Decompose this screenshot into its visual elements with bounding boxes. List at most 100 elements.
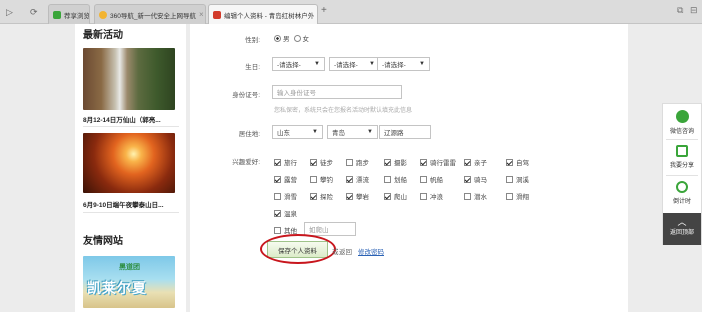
hobby-checkbox[interactable] — [506, 175, 513, 183]
activity-caption[interactable]: 6月9-10日端午夜攀泰山日... — [83, 199, 179, 209]
select-value: -请选择- — [334, 62, 358, 69]
hobby-checkbox[interactable] — [274, 226, 281, 234]
forward-icon[interactable]: ▷ — [6, 5, 13, 19]
city-select[interactable]: 青岛 ▼ — [327, 125, 378, 139]
hobby-item[interactable]: 攀钓 — [310, 174, 333, 184]
friend-banner-text: 凯莱尔夏 — [87, 280, 147, 296]
birthday-month-select[interactable]: -请选择- ▼ — [329, 57, 380, 71]
hobby-label: 跑步 — [356, 160, 369, 167]
share-button[interactable]: 我要分享 — [663, 145, 701, 169]
hobby-label: 探险 — [320, 194, 333, 201]
district-input[interactable]: 辽源路 — [379, 125, 431, 139]
hobby-item[interactable]: 潜水 — [464, 191, 487, 201]
hobby-checkbox[interactable] — [384, 192, 391, 200]
hobby-item[interactable]: 温泉 — [274, 208, 297, 218]
gender-female-radio[interactable] — [293, 34, 301, 42]
hobby-item[interactable]: 攀岩 — [346, 191, 369, 201]
arrow-up-icon: ︿ — [677, 217, 687, 227]
hobby-checkbox[interactable] — [274, 175, 281, 183]
hobby-item[interactable]: 亲子 — [464, 157, 487, 167]
wechat-consult-button[interactable]: 微信咨询 — [663, 110, 701, 135]
hobby-checkbox[interactable] — [506, 158, 513, 166]
or-text: 或 — [332, 249, 339, 256]
hobby-item[interactable]: 爬山 — [384, 191, 407, 201]
highlight-circle — [260, 234, 336, 264]
hobby-checkbox[interactable] — [346, 158, 353, 166]
hobby-other-input[interactable]: 如爬山 — [304, 222, 356, 236]
hobby-checkbox[interactable] — [464, 175, 471, 183]
hobby-checkbox[interactable] — [310, 158, 317, 166]
hobby-checkbox[interactable] — [464, 192, 471, 200]
new-tab-button[interactable]: + — [321, 5, 327, 16]
sidebar: 最新活动 8月12-14日万仙山（郭亮... 6月9-10日端午夜攀泰山日...… — [75, 24, 186, 312]
hobby-checkbox[interactable] — [420, 158, 427, 166]
birthday-year-select[interactable]: -请选择- ▼ — [272, 57, 325, 71]
close-tab-icon[interactable]: × — [199, 10, 204, 19]
hobby-checkbox[interactable] — [310, 192, 317, 200]
hobby-item[interactable]: 划船 — [384, 174, 407, 184]
hobby-item[interactable]: 漂流 — [346, 174, 369, 184]
back-to-top-button[interactable]: ︿ 返回顶部 — [663, 213, 701, 245]
chevron-down-icon: ▼ — [369, 61, 375, 67]
hobby-item[interactable]: 露营 — [274, 174, 297, 184]
countdown-button[interactable]: 倒计时 — [663, 181, 701, 205]
hobby-label: 自驾 — [516, 160, 529, 167]
birthday-day-select[interactable]: -请选择- ▼ — [377, 57, 430, 71]
hobby-checkbox[interactable] — [346, 175, 353, 183]
hobby-item[interactable]: 摄影 — [384, 157, 407, 167]
hobby-item[interactable]: 旅行 — [274, 157, 297, 167]
chevron-down-icon: ▼ — [312, 129, 318, 135]
hobby-label: 滑翔 — [516, 194, 529, 201]
hobby-item[interactable]: 帆船 — [420, 174, 443, 184]
hobby-item[interactable]: 滑翔 — [506, 191, 529, 201]
id-card-input[interactable]: 输入身份证号 — [272, 85, 402, 99]
hobby-checkbox[interactable] — [346, 192, 353, 200]
hobby-item[interactable]: 洞溪 — [506, 174, 529, 184]
hobby-checkbox[interactable] — [464, 158, 471, 166]
restore-window-icon[interactable]: ⧉ — [677, 5, 683, 16]
hobby-item[interactable]: 跑步 — [346, 157, 369, 167]
divider — [666, 175, 698, 176]
hobby-item[interactable]: 探险 — [310, 191, 333, 201]
hobby-checkbox[interactable] — [274, 209, 281, 217]
province-select[interactable]: 山东 ▼ — [272, 125, 323, 139]
hobby-label: 旅行 — [284, 160, 297, 167]
gender-label: 性别: — [245, 37, 260, 44]
hobby-label: 摄影 — [394, 160, 407, 167]
hobby-item[interactable]: 滑雪 — [274, 191, 297, 201]
activity-photo-sunrise[interactable] — [83, 133, 175, 193]
clock-icon — [676, 181, 688, 193]
refresh-icon[interactable]: ⟳ — [30, 5, 38, 19]
hobby-label: 帆船 — [430, 177, 443, 184]
hobby-checkbox[interactable] — [420, 192, 427, 200]
gender-option-female: 女 — [302, 36, 310, 43]
gender-option-male: 男 — [283, 36, 290, 43]
change-password-link[interactable]: 修改密码 — [358, 246, 384, 256]
gender-male-radio[interactable] — [274, 34, 281, 42]
hobby-checkbox[interactable] — [310, 175, 317, 183]
site-favicon-icon — [213, 10, 221, 19]
hobby-checkbox[interactable] — [274, 158, 281, 166]
hobby-checkbox[interactable] — [384, 158, 391, 166]
tab-360-navigation[interactable]: 360导航_新一代安全上网导航 × — [94, 4, 206, 24]
activity-caption[interactable]: 8月12-14日万仙山（郭亮... — [83, 114, 179, 124]
hobby-checkbox[interactable] — [420, 175, 427, 183]
hobby-item[interactable]: 自驾 — [506, 157, 529, 167]
hobby-checkbox[interactable] — [384, 175, 391, 183]
divider — [83, 212, 179, 213]
activity-photo-waterfall[interactable] — [83, 48, 175, 110]
tab-edit-profile[interactable]: 编辑个人资料 - 青岛红树林户外 × — [208, 4, 318, 24]
back-link[interactable]: 返回 — [339, 246, 352, 256]
hobby-item[interactable]: 冲浪 — [420, 191, 443, 201]
hobby-item[interactable]: 徒步 — [310, 157, 333, 167]
collapse-icon[interactable]: ⊟ — [690, 5, 698, 16]
hobby-label: 骑行雷雷 — [430, 160, 456, 167]
close-tab-icon[interactable]: × — [317, 10, 318, 19]
select-value: -请选择- — [277, 62, 301, 69]
hobby-checkbox[interactable] — [274, 192, 281, 200]
profile-form: 性别: 男 女 生日: -请选择- ▼ -请选择- ▼ -请选择- ▼ 身份证号: 输… — [190, 24, 628, 312]
hobby-item[interactable]: 骑马 — [464, 174, 487, 184]
tab-jianxiang[interactable]: 荐享浏览 — [48, 4, 90, 24]
hobby-item[interactable]: 骑行雷雷 — [420, 157, 456, 167]
hobby-checkbox[interactable] — [506, 192, 513, 200]
